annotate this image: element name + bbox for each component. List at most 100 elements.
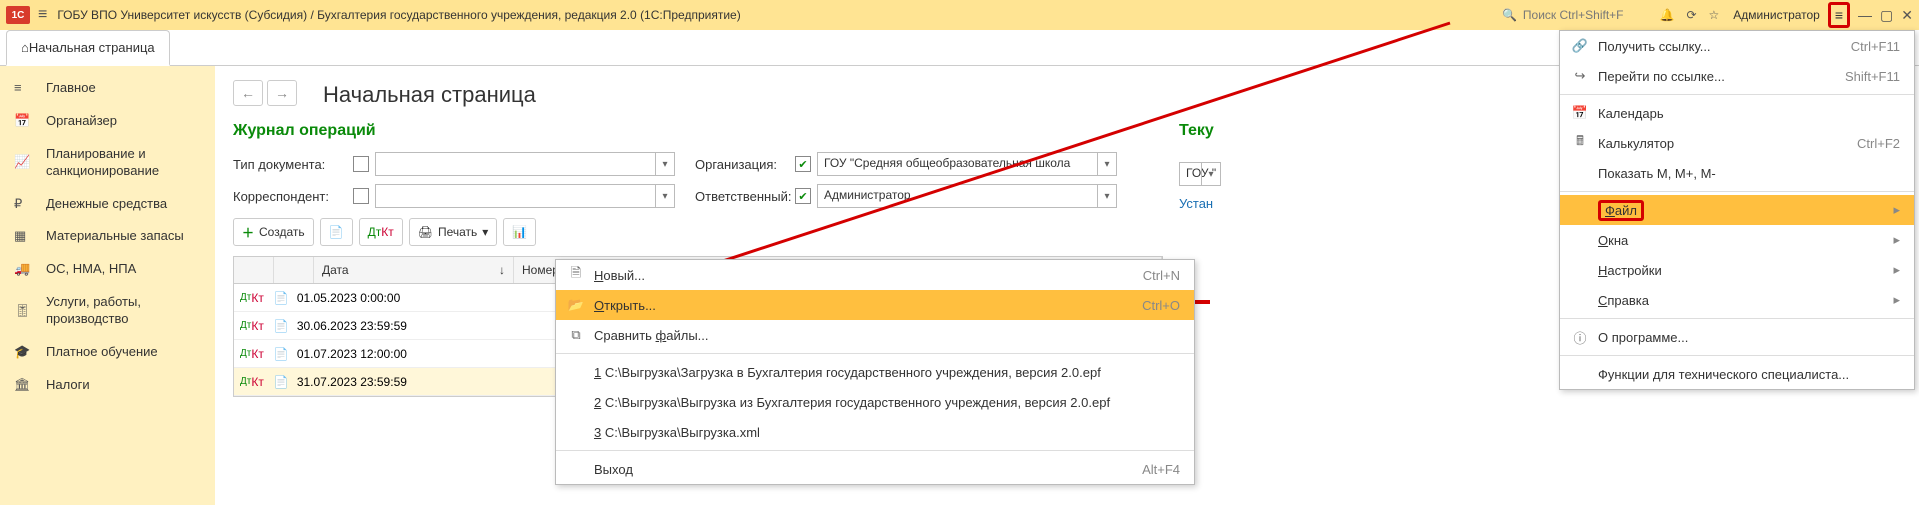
sidebar-item-organizer[interactable]: 📅Органайзер (0, 105, 215, 138)
separator (556, 353, 1194, 354)
sidebar-item-services[interactable]: 🎚Услуги, работы, производство (0, 286, 215, 336)
corr-select[interactable] (375, 184, 675, 208)
menu-tech[interactable]: Функции для технического специалиста... (1560, 359, 1914, 389)
separator (1560, 355, 1914, 356)
menu-go-link[interactable]: ↪ Перейти по ссылке... Shift+F11 (1560, 61, 1914, 91)
minimize-button[interactable]: — (1858, 7, 1872, 23)
mnemonic: ф (656, 328, 667, 343)
recent-path: C:\Выгрузка\Выгрузка из Бухгалтерия госу… (605, 395, 1110, 410)
journal-toolbar: ＋Создать 📄 ДтКт 🖨Печать▾ 📊 (233, 218, 1163, 246)
nav-forward-button[interactable]: → (267, 80, 297, 106)
shortcut: Ctrl+F2 (1857, 136, 1900, 151)
sidebar-item-main[interactable]: ≡Главное (0, 72, 215, 105)
sidebar-item-materials[interactable]: ▦Материальные запасы (0, 220, 215, 253)
menu-recent-1[interactable]: 1 C:\Выгрузка\Загрузка в Бухгалтерия гос… (556, 357, 1194, 387)
mnemonic: О (1598, 233, 1608, 248)
shortcut: Shift+F11 (1845, 69, 1900, 84)
sidebar-item-planning[interactable]: 📈Планирование и санкционирование (0, 138, 215, 188)
doc-type-label: Тип документа: (233, 157, 353, 172)
nav-back-button[interactable]: ← (233, 80, 263, 106)
sidebar-item-assets[interactable]: 🚚 ОС, НМА, НПА (0, 253, 215, 286)
home-tab[interactable]: ⌂ Начальная страница (6, 30, 170, 66)
goto-icon: ↪ (1570, 68, 1590, 84)
user-label[interactable]: Администратор (1733, 8, 1820, 22)
global-search[interactable]: 🔍 Поиск Ctrl+Shift+F (1502, 8, 1624, 22)
close-button[interactable]: ✕ (1901, 7, 1913, 24)
emblem-icon: 🏛 (14, 377, 34, 394)
history-icon[interactable]: ⟳ (1686, 8, 1696, 22)
menu-settings[interactable]: Настройки▸ (1560, 255, 1914, 285)
report-button[interactable]: 📊 (503, 218, 536, 246)
menu-recent-2[interactable]: 2 C:\Выгрузка\Выгрузка из Бухгалтерия го… (556, 387, 1194, 417)
date-cell: 01.05.2023 0:00:00 (289, 291, 408, 305)
th-date[interactable]: Дата (322, 263, 349, 277)
corr-checkbox[interactable] (353, 188, 369, 204)
resp-select[interactable]: Администратор (817, 184, 1117, 208)
submenu-arrow-icon: ▸ (1893, 292, 1900, 308)
date-cell: 30.06.2023 23:59:59 (289, 319, 415, 333)
menu-open[interactable]: 📂Открыть...Ctrl+O (556, 290, 1194, 320)
sidebar-item-money[interactable]: ₽Денежные средства (0, 188, 215, 221)
mnemonic: Ф (1605, 203, 1615, 218)
menu-calculator[interactable]: 🖩КалькуляторCtrl+F2 (1560, 128, 1914, 158)
window-title: ГОБУ ВПО Университет искусств (Субсидия)… (57, 8, 740, 22)
service-menu-button[interactable]: ≡ (1828, 2, 1850, 28)
mnemonic: 2 (594, 395, 601, 410)
mnemonic: О (594, 298, 604, 313)
org-select[interactable]: ГОУ "Средняя общеобразовательная школа (817, 152, 1117, 176)
kt-badge: Кт (251, 375, 264, 389)
right-pane-title: Теку (1179, 122, 1219, 140)
shortcut: Ctrl+N (1143, 268, 1180, 283)
create-button[interactable]: ＋Создать (233, 218, 314, 246)
menu-help[interactable]: Справка▸ (1560, 285, 1914, 315)
right-link[interactable]: Устан (1179, 196, 1219, 211)
right-select[interactable]: ГОУ " (1179, 162, 1221, 186)
menu-calendar[interactable]: 📅Календарь (1560, 98, 1914, 128)
dt-badge: Дт (240, 320, 251, 331)
sidebar-item-taxes[interactable]: 🏛Налоги (0, 369, 215, 402)
sidebar-item-label: ОС, НМА, НПА (46, 261, 136, 278)
org-label: Организация: (695, 157, 795, 172)
bell-icon[interactable]: 🔔 (1660, 8, 1675, 22)
org-checkbox[interactable]: ✔ (795, 156, 811, 172)
truck-icon: 🚚 (14, 261, 34, 278)
file-submenu: 🗎ННовый...овый...Ctrl+N 📂Открыть...Ctrl+… (555, 259, 1195, 485)
recent-path: C:\Выгрузка\Выгрузка.xml (605, 425, 760, 440)
search-icon: 🔍 (1502, 8, 1517, 22)
dtkt-button[interactable]: ДтКт (359, 218, 403, 246)
menu-label: Перейти по ссылке... (1598, 69, 1805, 84)
main-menu-button[interactable]: ≡ (38, 6, 47, 24)
date-cell: 01.07.2023 12:00:00 (289, 347, 415, 361)
maximize-button[interactable]: ▢ (1880, 7, 1893, 24)
submenu-arrow-icon: ▸ (1893, 202, 1900, 218)
mnemonic: Н (1598, 263, 1607, 278)
sidebar-item-paid-edu[interactable]: 🎓Платное обучение (0, 336, 215, 369)
doc-icon: 📄 (274, 291, 289, 305)
resp-value: Администратор (818, 185, 1116, 205)
mnemonic: 3 (594, 425, 601, 440)
resp-checkbox[interactable]: ✔ (795, 188, 811, 204)
print-button[interactable]: 🖨Печать▾ (409, 218, 498, 246)
star-icon[interactable]: ☆ (1709, 8, 1720, 22)
menu-recent-3[interactable]: 3 C:\Выгрузка\Выгрузка.xml (556, 417, 1194, 447)
menu-file[interactable]: Файл▸ (1560, 195, 1914, 225)
home-tab-label: Начальная страница (29, 40, 155, 55)
sidebar: ≡Главное 📅Органайзер 📈Планирование и сан… (0, 66, 215, 505)
doc-type-select[interactable] (375, 152, 675, 176)
search-placeholder: Поиск Ctrl+Shift+F (1523, 8, 1624, 22)
copy-button[interactable]: 📄 (320, 218, 353, 246)
menu-memory[interactable]: Показать M, M+, M- (1560, 158, 1914, 188)
sidebar-item-label: Главное (46, 80, 96, 97)
kt-badge: Кт (251, 319, 264, 333)
menu-about[interactable]: ⓘО программе... (1560, 322, 1914, 352)
menu-compare[interactable]: ⧉Сравнить файлы... (556, 320, 1194, 350)
doc-type-checkbox[interactable] (353, 156, 369, 172)
menu-get-link[interactable]: 🔗Получить ссылку...Ctrl+F11 (1560, 31, 1914, 61)
menu-label: Выход (594, 462, 1102, 477)
date-cell: 31.07.2023 23:59:59 (289, 375, 415, 389)
menu-label: Получить ссылку... (1598, 39, 1811, 54)
menu-new[interactable]: 🗎ННовый...овый...Ctrl+N (556, 260, 1194, 290)
menu-exit[interactable]: ВыходAlt+F4 (556, 454, 1194, 484)
dtkt-icon: ДтКт (368, 225, 394, 239)
menu-windows[interactable]: Окна▸ (1560, 225, 1914, 255)
